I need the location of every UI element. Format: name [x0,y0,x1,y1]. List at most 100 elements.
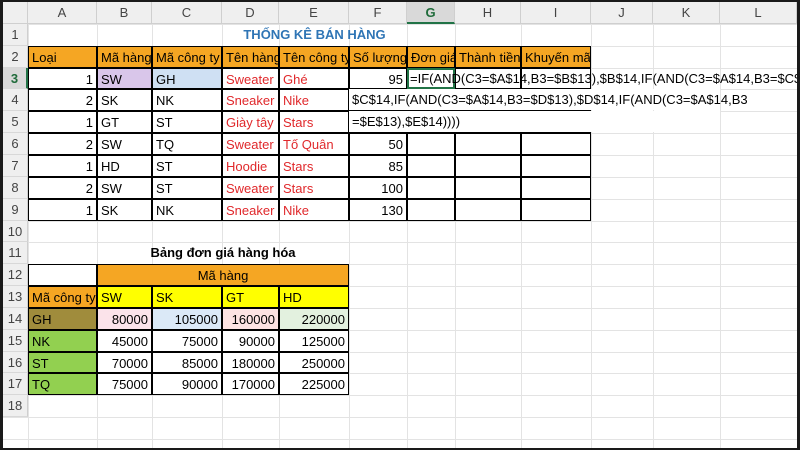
row-header-10[interactable]: 10 [3,221,28,242]
sales-cell-r7-c1[interactable]: HD [97,155,152,177]
sales-empty-r6-c8[interactable] [521,133,591,155]
column-header-f[interactable]: F [349,2,407,24]
sales-cell-r6-c1[interactable]: SW [97,133,152,155]
sales-cell-r7-c3[interactable]: Hoodie [222,155,279,177]
spreadsheet-grid[interactable]: A B C D E F G H I J K L 1 2 3 4 5 6 7 8 9 10 11 12 13 14 15 16 17 18 T… [3,2,797,448]
sales-cell-r9-c1[interactable]: SK [97,199,152,221]
price-value-r15-c1[interactable]: 75000 [152,330,222,352]
price-code-sk[interactable]: SK [152,286,222,308]
sales-cell-r9-c5[interactable]: 130 [349,199,407,221]
sales-empty-r9-c7[interactable] [455,199,521,221]
sales-cell-r4-c0[interactable]: 2 [28,89,97,111]
row-header-1[interactable]: 1 [3,24,28,46]
row-header-4[interactable]: 4 [3,89,28,111]
price-value-r17-c1[interactable]: 90000 [152,373,222,395]
column-header-h[interactable]: H [455,2,521,24]
sales-cell-r8-c0[interactable]: 2 [28,177,97,199]
price-value-r14-c3[interactable]: 220000 [279,308,349,330]
sales-empty-r6-c6[interactable] [407,133,455,155]
price-company-gh[interactable]: GH [28,308,97,330]
sales-empty-r7-c6[interactable] [407,155,455,177]
price-value-r15-c0[interactable]: 45000 [97,330,152,352]
price-value-r16-c0[interactable]: 70000 [97,352,152,373]
column-header-a[interactable]: A [28,2,97,24]
row-header-5[interactable]: 5 [3,111,28,133]
price-value-r17-c0[interactable]: 75000 [97,373,152,395]
price-value-r17-c3[interactable]: 225000 [279,373,349,395]
sales-cell-r3-c5[interactable]: 95 [349,68,407,89]
sales-cell-r8-c2[interactable]: ST [152,177,222,199]
sales-cell-r3-c1[interactable]: SW [97,68,152,89]
row-header-8[interactable]: 8 [3,177,28,199]
sales-cell-r7-c2[interactable]: ST [152,155,222,177]
sales-cell-r9-c4[interactable]: Nike [279,199,349,221]
sales-header-5[interactable]: Số lượng [349,46,407,68]
row-header-7[interactable]: 7 [3,155,28,177]
sales-cell-r9-c0[interactable]: 1 [28,199,97,221]
sales-cell-r3-c4[interactable]: Ghé [279,68,349,89]
row-header-16[interactable]: 16 [3,352,28,373]
sales-cell-r7-c5[interactable]: 85 [349,155,407,177]
sales-header-6[interactable]: Đơn giá [407,46,455,68]
price-value-r15-c3[interactable]: 125000 [279,330,349,352]
sales-header-0[interactable]: Loại [28,46,97,68]
row-header-14[interactable]: 14 [3,308,28,330]
price-value-r16-c1[interactable]: 85000 [152,352,222,373]
row-header-15[interactable]: 15 [3,330,28,352]
sales-cell-r4-c1[interactable]: SK [97,89,152,111]
column-header-g[interactable]: G [407,2,455,24]
sales-cell-r8-c4[interactable]: Stars [279,177,349,199]
sales-empty-r8-c8[interactable] [521,177,591,199]
sales-empty-r8-c7[interactable] [455,177,521,199]
sales-cell-r6-c4[interactable]: Tố Quân [279,133,349,155]
sales-cell-r9-c2[interactable]: NK [152,199,222,221]
row-header-3[interactable]: 3 [3,68,28,89]
sales-cell-r8-c1[interactable]: SW [97,177,152,199]
column-header-l[interactable]: L [720,2,797,24]
sales-header-7[interactable]: Thành tiền [455,46,521,68]
sales-header-4[interactable]: Tên công ty [279,46,349,68]
sales-cell-r6-c3[interactable]: Sweater [222,133,279,155]
sales-empty-r9-c6[interactable] [407,199,455,221]
price-code-hd[interactable]: HD [279,286,349,308]
sales-cell-r5-c1[interactable]: GT [97,111,152,133]
column-header-j[interactable]: J [591,2,653,24]
sales-cell-r4-c4[interactable]: Nike [279,89,349,111]
sales-cell-r6-c5[interactable]: 50 [349,133,407,155]
price-value-r14-c1[interactable]: 105000 [152,308,222,330]
sales-header-2[interactable]: Mã công ty [152,46,222,68]
sales-header-1[interactable]: Mã hàng [97,46,152,68]
price-row-header-label[interactable]: Mã công ty [28,286,97,308]
price-company-nk[interactable]: NK [28,330,97,352]
sales-cell-r8-c5[interactable]: 100 [349,177,407,199]
price-code-sw[interactable]: SW [97,286,152,308]
sales-cell-r5-c0[interactable]: 1 [28,111,97,133]
sales-empty-r6-c7[interactable] [455,133,521,155]
row-header-11[interactable]: 11 [3,242,28,264]
sales-cell-r4-c3[interactable]: Sneaker [222,89,279,111]
sales-empty-r7-c7[interactable] [455,155,521,177]
price-value-r15-c2[interactable]: 90000 [222,330,279,352]
price-company-tq[interactable]: TQ [28,373,97,395]
sales-header-8[interactable]: Khuyến mãi [521,46,591,68]
price-value-r17-c2[interactable]: 170000 [222,373,279,395]
column-header-k[interactable]: K [653,2,720,24]
sales-cell-r3-c2[interactable]: GH [152,68,222,89]
sales-empty-r7-c8[interactable] [521,155,591,177]
row-header-13[interactable]: 13 [3,286,28,308]
sales-cell-r6-c0[interactable]: 2 [28,133,97,155]
sales-cell-r5-c3[interactable]: Giày tây [222,111,279,133]
row-header-18[interactable]: 18 [3,395,28,417]
sales-cell-r7-c4[interactable]: Stars [279,155,349,177]
sales-cell-r4-c2[interactable]: NK [152,89,222,111]
sales-cell-r3-c3[interactable]: Sweater [222,68,279,89]
sales-cell-r3-c0[interactable]: 1 [28,68,97,89]
sales-cell-r6-c2[interactable]: TQ [152,133,222,155]
price-value-r16-c3[interactable]: 250000 [279,352,349,373]
row-header-6[interactable]: 6 [3,133,28,155]
row-header-17[interactable]: 17 [3,373,28,395]
sales-cell-r7-c0[interactable]: 1 [28,155,97,177]
sales-cell-r5-c2[interactable]: ST [152,111,222,133]
column-header-c[interactable]: C [152,2,222,24]
sales-cell-r5-c4[interactable]: Stars [279,111,349,133]
